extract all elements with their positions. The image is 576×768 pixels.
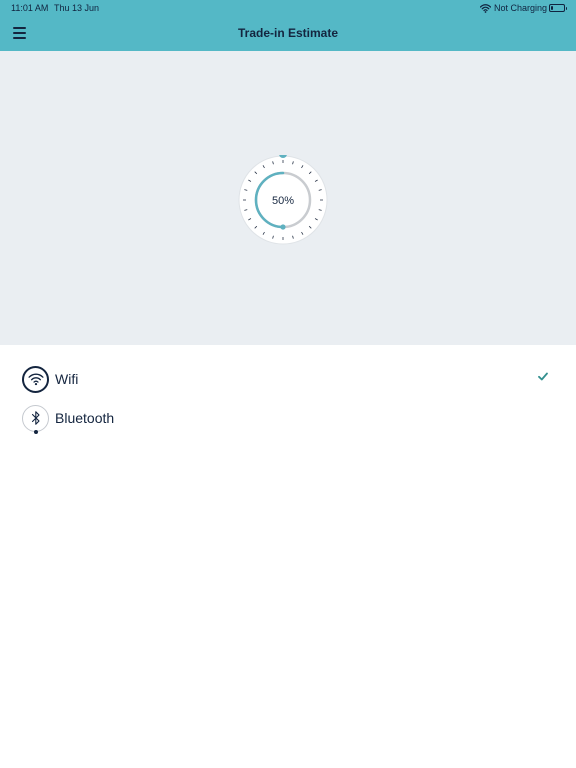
gauge-progress-knob (280, 224, 286, 230)
check-icon (538, 372, 548, 381)
wifi-icon (22, 365, 49, 393)
option-wifi[interactable]: Wifi (22, 365, 562, 393)
battery-icon (549, 4, 567, 12)
bluetooth-icon (22, 404, 49, 434)
wifi-status-icon (479, 3, 491, 13)
option-label: Bluetooth (55, 410, 115, 426)
header: 11:01 AM Thu 13 Jun Not Charging Trade-i… (0, 0, 576, 51)
option-bluetooth[interactable]: Bluetooth (22, 404, 562, 434)
status-bar: 11:01 AM Thu 13 Jun Not Charging (0, 0, 576, 16)
battery-level (551, 6, 553, 10)
charging-status: Not Charging (493, 3, 547, 13)
wifi-glyph (27, 373, 44, 386)
bluetooth-glyph (31, 411, 40, 425)
progress-percent: 50% (271, 195, 295, 207)
page-title: Trade-in Estimate (237, 26, 339, 40)
status-time: 11:01 AM (11, 3, 49, 13)
battery-cap (565, 7, 567, 10)
option-label: Wifi (55, 371, 79, 387)
bluetooth-indicator-dot (34, 429, 38, 434)
status-date: Thu 13 Jun (54, 3, 100, 13)
status-indicators: Not Charging (479, 2, 567, 14)
